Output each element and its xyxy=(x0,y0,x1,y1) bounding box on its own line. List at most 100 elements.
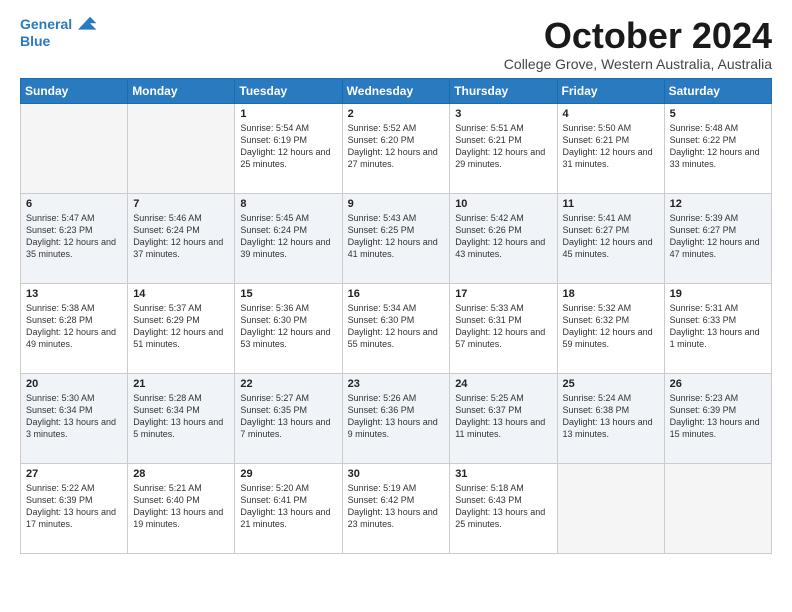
day-info: Sunrise: 5:18 AM Sunset: 6:43 PM Dayligh… xyxy=(455,482,551,531)
day-info: Sunrise: 5:54 AM Sunset: 6:19 PM Dayligh… xyxy=(240,122,336,171)
table-row: 31 Sunrise: 5:18 AM Sunset: 6:43 PM Dayli… xyxy=(450,463,557,553)
day-info: Sunrise: 5:23 AM Sunset: 6:39 PM Dayligh… xyxy=(670,392,766,441)
table-row xyxy=(664,463,771,553)
day-info: Sunrise: 5:25 AM Sunset: 6:37 PM Dayligh… xyxy=(455,392,551,441)
table-row: 7 Sunrise: 5:46 AM Sunset: 6:24 PM Daylig… xyxy=(128,193,235,283)
day-number: 26 xyxy=(670,378,766,390)
day-info: Sunrise: 5:21 AM Sunset: 6:40 PM Dayligh… xyxy=(133,482,229,531)
day-info: Sunrise: 5:26 AM Sunset: 6:36 PM Dayligh… xyxy=(348,392,445,441)
table-row: 22Sunrise: 5:27 AM Sunset: 6:35 PM Dayli… xyxy=(235,373,342,463)
day-number: 13 xyxy=(26,288,122,300)
calendar: Sunday Monday Tuesday Wednesday Thursday… xyxy=(20,78,772,554)
day-info: Sunrise: 5:52 AM Sunset: 6:20 PM Dayligh… xyxy=(348,122,445,171)
subtitle: College Grove, Western Australia, Austra… xyxy=(504,56,772,72)
day-number: 19 xyxy=(670,288,766,300)
table-row: 5 Sunrise: 5:48 AM Sunset: 6:22 PM Daylig… xyxy=(664,103,771,193)
col-friday: Friday xyxy=(557,78,664,103)
day-info: Sunrise: 5:37 AM Sunset: 6:29 PM Dayligh… xyxy=(133,302,229,351)
day-info: Sunrise: 5:20 AM Sunset: 6:41 PM Dayligh… xyxy=(240,482,336,531)
table-row: 8 Sunrise: 5:45 AM Sunset: 6:24 PM Daylig… xyxy=(235,193,342,283)
day-info: Sunrise: 5:48 AM Sunset: 6:22 PM Dayligh… xyxy=(670,122,766,171)
page: General Blue October 2024 College Grove,… xyxy=(0,0,792,564)
table-row: 11 Sunrise: 5:41 AM Sunset: 6:27 PM Dayli… xyxy=(557,193,664,283)
day-number: 12 xyxy=(670,198,766,210)
table-row: 16 Sunrise: 5:34 AM Sunset: 6:30 PM Dayli… xyxy=(342,283,450,373)
day-info: Sunrise: 5:33 AM Sunset: 6:31 PM Dayligh… xyxy=(455,302,551,351)
day-info: Sunrise: 5:34 AM Sunset: 6:30 PM Dayligh… xyxy=(348,302,445,351)
calendar-week-row: 13 Sunrise: 5:38 AM Sunset: 6:28 PM Dayli… xyxy=(21,283,772,373)
day-number: 31 xyxy=(455,468,551,480)
table-row: 3Sunrise: 5:51 AM Sunset: 6:21 PM Daylig… xyxy=(450,103,557,193)
day-number: 20 xyxy=(26,378,122,390)
calendar-week-row: 1 Sunrise: 5:54 AM Sunset: 6:19 PM Daylig… xyxy=(21,103,772,193)
day-number: 8 xyxy=(240,198,336,210)
table-row: 30 Sunrise: 5:19 AM Sunset: 6:42 PM Dayli… xyxy=(342,463,450,553)
day-number: 22 xyxy=(240,378,336,390)
day-number: 27 xyxy=(26,468,122,480)
day-info: Sunrise: 5:36 AM Sunset: 6:30 PM Dayligh… xyxy=(240,302,336,351)
col-saturday: Saturday xyxy=(664,78,771,103)
title-area: October 2024 College Grove, Western Aust… xyxy=(504,16,772,72)
day-number: 4 xyxy=(563,108,659,120)
day-number: 6 xyxy=(26,198,122,210)
day-info: Sunrise: 5:47 AM Sunset: 6:23 PM Dayligh… xyxy=(26,212,122,261)
day-info: Sunrise: 5:28 AM Sunset: 6:34 PM Dayligh… xyxy=(133,392,229,441)
day-number: 23 xyxy=(348,378,445,390)
day-number: 25 xyxy=(563,378,659,390)
day-info: Sunrise: 5:39 AM Sunset: 6:27 PM Dayligh… xyxy=(670,212,766,261)
table-row: 26 Sunrise: 5:23 AM Sunset: 6:39 PM Dayli… xyxy=(664,373,771,463)
day-info: Sunrise: 5:22 AM Sunset: 6:39 PM Dayligh… xyxy=(26,482,122,531)
table-row: 29 Sunrise: 5:20 AM Sunset: 6:41 PM Dayli… xyxy=(235,463,342,553)
table-row: 23 Sunrise: 5:26 AM Sunset: 6:36 PM Dayli… xyxy=(342,373,450,463)
day-info: Sunrise: 5:42 AM Sunset: 6:26 PM Dayligh… xyxy=(455,212,551,261)
day-info: Sunrise: 5:30 AM Sunset: 6:34 PM Dayligh… xyxy=(26,392,122,441)
day-info: Sunrise: 5:31 AM Sunset: 6:33 PM Dayligh… xyxy=(670,302,766,351)
day-number: 3 xyxy=(455,108,551,120)
calendar-week-row: 20 Sunrise: 5:30 AM Sunset: 6:34 PM Dayli… xyxy=(21,373,772,463)
table-row xyxy=(557,463,664,553)
day-number: 24 xyxy=(455,378,551,390)
table-row: 15 Sunrise: 5:36 AM Sunset: 6:30 PM Dayli… xyxy=(235,283,342,373)
col-wednesday: Wednesday xyxy=(342,78,450,103)
table-row: 28 Sunrise: 5:21 AM Sunset: 6:40 PM Dayli… xyxy=(128,463,235,553)
table-row: 10Sunrise: 5:42 AM Sunset: 6:26 PM Dayli… xyxy=(450,193,557,283)
day-info: Sunrise: 5:24 AM Sunset: 6:38 PM Dayligh… xyxy=(563,392,659,441)
day-number: 18 xyxy=(563,288,659,300)
day-number: 15 xyxy=(240,288,336,300)
day-info: Sunrise: 5:32 AM Sunset: 6:32 PM Dayligh… xyxy=(563,302,659,351)
day-info: Sunrise: 5:46 AM Sunset: 6:24 PM Dayligh… xyxy=(133,212,229,261)
day-info: Sunrise: 5:38 AM Sunset: 6:28 PM Dayligh… xyxy=(26,302,122,351)
day-number: 16 xyxy=(348,288,445,300)
day-info: Sunrise: 5:19 AM Sunset: 6:42 PM Dayligh… xyxy=(348,482,445,531)
table-row: 21 Sunrise: 5:28 AM Sunset: 6:34 PM Dayli… xyxy=(128,373,235,463)
col-tuesday: Tuesday xyxy=(235,78,342,103)
month-title: October 2024 xyxy=(504,16,772,56)
day-number: 28 xyxy=(133,468,229,480)
calendar-week-row: 27 Sunrise: 5:22 AM Sunset: 6:39 PM Dayli… xyxy=(21,463,772,553)
day-number: 7 xyxy=(133,198,229,210)
day-number: 30 xyxy=(348,468,445,480)
col-thursday: Thursday xyxy=(450,78,557,103)
day-number: 5 xyxy=(670,108,766,120)
day-number: 1 xyxy=(240,108,336,120)
table-row: 27 Sunrise: 5:22 AM Sunset: 6:39 PM Dayli… xyxy=(21,463,128,553)
day-number: 11 xyxy=(563,198,659,210)
day-info: Sunrise: 5:45 AM Sunset: 6:24 PM Dayligh… xyxy=(240,212,336,261)
col-sunday: Sunday xyxy=(21,78,128,103)
col-monday: Monday xyxy=(128,78,235,103)
table-row: 24 Sunrise: 5:25 AM Sunset: 6:37 PM Dayli… xyxy=(450,373,557,463)
table-row: 2 Sunrise: 5:52 AM Sunset: 6:20 PM Daylig… xyxy=(342,103,450,193)
logo-text-blue: Blue xyxy=(20,34,98,49)
table-row: 17Sunrise: 5:33 AM Sunset: 6:31 PM Dayli… xyxy=(450,283,557,373)
table-row: 14 Sunrise: 5:37 AM Sunset: 6:29 PM Dayli… xyxy=(128,283,235,373)
day-number: 21 xyxy=(133,378,229,390)
table-row: 1 Sunrise: 5:54 AM Sunset: 6:19 PM Daylig… xyxy=(235,103,342,193)
day-number: 2 xyxy=(348,108,445,120)
day-info: Sunrise: 5:41 AM Sunset: 6:27 PM Dayligh… xyxy=(563,212,659,261)
logo-icon xyxy=(74,14,98,34)
table-row: 20 Sunrise: 5:30 AM Sunset: 6:34 PM Dayli… xyxy=(21,373,128,463)
logo-text-general: General xyxy=(20,17,72,32)
header: General Blue October 2024 College Grove,… xyxy=(20,16,772,72)
day-number: 14 xyxy=(133,288,229,300)
day-number: 29 xyxy=(240,468,336,480)
